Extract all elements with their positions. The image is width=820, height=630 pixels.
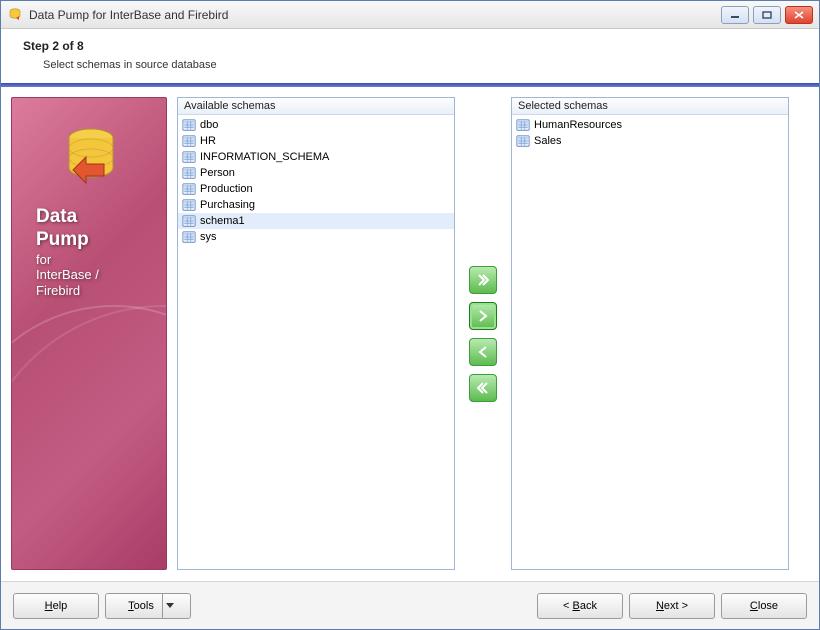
list-item[interactable]: schema1 [178,213,454,229]
schema-name: INFORMATION_SCHEMA [200,151,329,163]
wizard-header: Step 2 of 8 Select schemas in source dat… [1,29,819,77]
tools-dropdown-caret[interactable] [162,594,178,618]
step-title: Step 2 of 8 [23,39,801,53]
list-item[interactable]: sys [178,229,454,245]
schema-name: dbo [200,119,218,131]
list-item[interactable]: Person [178,165,454,181]
selected-schemas-label: Selected schemas [512,98,788,115]
remove-button[interactable] [469,338,497,366]
remove-all-button[interactable] [469,374,497,402]
app-icon [7,7,23,23]
list-item[interactable]: Purchasing [178,197,454,213]
back-button[interactable]: < Back [537,593,623,619]
schema-name: Production [200,183,253,195]
tools-button[interactable]: Tools [105,593,191,619]
schema-name: Person [200,167,235,179]
product-db-icon [56,124,126,194]
available-schemas-panel: Available schemas dbo HR INFORMATION_SCHEM… [177,97,455,570]
list-item[interactable]: Production [178,181,454,197]
schema-name: HR [200,135,216,147]
available-schemas-label: Available schemas [178,98,454,115]
list-item[interactable]: INFORMATION_SCHEMA [178,149,454,165]
add-button[interactable] [469,302,497,330]
wizard-window: Data Pump for InterBase and Firebird Ste… [0,0,820,630]
titlebar: Data Pump for InterBase and Firebird [1,1,819,29]
footer-bar: Help Tools < Back Next > Close [1,581,819,629]
list-item[interactable]: HumanResources [512,117,788,133]
next-button[interactable]: Next > [629,593,715,619]
maximize-button[interactable] [753,6,781,24]
product-name-text: Data Pump for InterBase / Firebird [36,206,99,298]
schema-name: Sales [534,135,562,147]
help-button[interactable]: Help [13,593,99,619]
transfer-buttons [463,97,503,570]
selected-schemas-list[interactable]: HumanResources Sales [512,115,788,569]
available-schemas-list[interactable]: dbo HR INFORMATION_SCHEMA Person Production P… [178,115,454,569]
schema-name: sys [200,231,217,243]
list-item[interactable]: HR [178,133,454,149]
selected-schemas-panel: Selected schemas HumanResources Sales [511,97,789,570]
list-item[interactable]: dbo [178,117,454,133]
wizard-close-button[interactable]: Close [721,593,807,619]
minimize-button[interactable] [721,6,749,24]
schema-name: HumanResources [534,119,622,131]
list-item[interactable]: Sales [512,133,788,149]
branding-sidebar: Data Pump for InterBase / Firebird [11,97,167,570]
window-title: Data Pump for InterBase and Firebird [29,8,721,22]
schema-name: schema1 [200,215,245,227]
close-button[interactable] [785,6,813,24]
schema-name: Purchasing [200,199,255,211]
step-subtitle: Select schemas in source database [43,59,801,71]
add-all-button[interactable] [469,266,497,294]
